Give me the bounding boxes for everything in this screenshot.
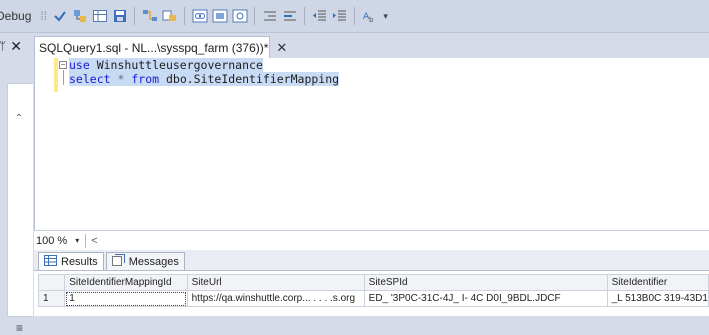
collapse-icon[interactable]: − <box>59 61 67 69</box>
zoom-separator <box>85 233 87 248</box>
zoom-dropdown-icon[interactable]: ▾ <box>75 236 79 245</box>
table-cell[interactable]: 1 <box>64 290 188 307</box>
code-line-1: use Winshuttleusergovernance <box>69 58 263 72</box>
cancel-query-icon[interactable] <box>231 8 248 25</box>
row-number[interactable]: 1 <box>37 290 66 307</box>
results-tab-strip: Results Messages <box>34 250 709 270</box>
tab-results[interactable]: Results <box>38 252 104 270</box>
scroll-left-icon[interactable]: < <box>91 235 97 247</box>
toolbar-separator <box>354 7 356 25</box>
tab-messages-label: Messages <box>128 255 179 268</box>
grip-icon: ⁞⁞ <box>40 9 48 23</box>
left-tool-strip: ᛘ ✕ ⌃ ≡ <box>0 33 33 335</box>
keyword-from: from <box>131 72 160 86</box>
tool-window-header: ᛘ ✕ <box>0 35 32 57</box>
select-star: * <box>110 72 125 86</box>
column-header[interactable]: SiteIdentifierMappingId <box>64 274 188 291</box>
svg-text:b: b <box>369 16 374 24</box>
column-header[interactable]: SiteIdentifier <box>606 274 709 291</box>
zoom-level[interactable]: 100 % <box>36 235 67 247</box>
header-row: SiteIdentifierMappingId SiteUrl SiteSPId… <box>37 274 709 291</box>
table-cell[interactable]: _L 513B0C 319-43D1 <box>606 290 709 307</box>
table-name: dbo.SiteIdentifierMapping <box>159 72 340 86</box>
keyword-use: use <box>69 58 90 72</box>
results-to-grid-icon[interactable] <box>91 8 108 25</box>
results-table: SiteIdentifierMappingId SiteUrl SiteSPId… <box>37 274 709 307</box>
changed-lines-marker <box>54 58 58 92</box>
fold-guide <box>63 70 64 85</box>
debug-label[interactable]: Debug <box>0 9 31 23</box>
document-tab[interactable]: SQLQuery1.sql - NL...\sysspq_farm (376))… <box>34 36 287 58</box>
grid-icon <box>44 254 57 269</box>
table-cell[interactable]: https://qa.winshuttle.corp... . . . .s.o… <box>186 290 365 307</box>
outdent-icon[interactable] <box>311 8 328 25</box>
grid-menu-icon[interactable]: ≡ <box>16 321 23 335</box>
decrease-indent-icon[interactable] <box>261 8 278 25</box>
display-plan-icon[interactable] <box>141 8 158 25</box>
include-stats-icon[interactable] <box>161 8 178 25</box>
table-cell[interactable]: ED_ '3P0C-31C-4J_ I- 4C D0I_9BDL.JDCF <box>363 290 608 307</box>
table-row[interactable]: 1 1 https://qa.winshuttle.corp... . . . … <box>37 290 709 307</box>
zoom-bar: 100 % ▾ < <box>34 230 709 251</box>
toolbar-separator <box>304 7 306 25</box>
close-tab-icon[interactable]: ✕ <box>276 40 287 55</box>
query-designer-icon[interactable] <box>71 8 88 25</box>
close-icon[interactable]: ✕ <box>10 38 22 55</box>
indent-icon[interactable] <box>331 8 348 25</box>
uncomment-icon[interactable] <box>211 8 228 25</box>
column-header[interactable]: SiteSPId <box>363 274 608 291</box>
pin-icon[interactable]: ᛘ <box>0 39 6 53</box>
toolbar-separator <box>254 7 256 25</box>
toolbar-overflow-icon[interactable]: ▾ <box>383 11 388 22</box>
increase-indent-icon[interactable] <box>281 8 298 25</box>
toolbar: Debug ⁞⁞ Ab ▾ <box>0 0 709 33</box>
messages-icon <box>111 254 125 269</box>
checkmark-icon[interactable] <box>51 8 68 25</box>
corner-cell[interactable] <box>37 274 66 291</box>
column-header[interactable]: SiteUrl <box>186 274 365 291</box>
object-explorer-panel: ⌃ ≡ <box>7 83 33 335</box>
code-line-2: select * from dbo.SiteIdentifierMapping <box>69 72 340 86</box>
query-editor[interactable]: − use Winshuttleusergovernance select * … <box>34 58 709 230</box>
keyword-select: select <box>69 72 111 86</box>
scroll-up-icon[interactable]: ⌃ <box>12 111 26 125</box>
comment-icon[interactable] <box>191 8 208 25</box>
specify-values-icon[interactable]: Ab <box>361 8 378 25</box>
database-name: Winshuttleusergovernance <box>89 58 263 72</box>
results-to-file-icon[interactable] <box>111 8 128 25</box>
tab-results-label: Results <box>61 255 98 268</box>
results-grid[interactable]: SiteIdentifierMappingId SiteUrl SiteSPId… <box>34 270 709 316</box>
tab-messages[interactable]: Messages <box>105 252 185 270</box>
toolbar-separator <box>184 7 186 25</box>
toolbar-separator <box>134 7 136 25</box>
document-tab-title: SQLQuery1.sql - NL...\sysspq_farm (376))… <box>39 40 269 55</box>
